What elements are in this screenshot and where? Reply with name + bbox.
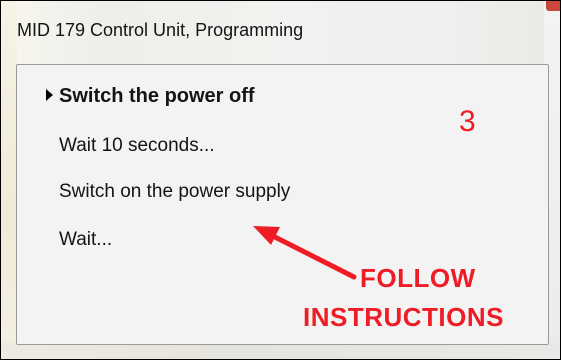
step-switch-power-off: Switch the power off (59, 85, 255, 107)
background-window-bottom (1, 343, 560, 359)
triangle-right-icon (46, 89, 53, 101)
background-window-left (1, 1, 17, 359)
step-switch-on-power: Switch on the power supply (59, 181, 291, 202)
step-wait: Wait... (59, 229, 113, 250)
annotation-step-number: 3 (459, 105, 476, 138)
step-wait-10-seconds: Wait 10 seconds... (59, 135, 215, 156)
annotation-instructions-text: INSTRUCTIONS (303, 302, 504, 332)
screenshot-frame: MID 179 Control Unit, Programming Switch… (0, 0, 561, 360)
annotation-follow-text: FOLLOW (360, 263, 476, 293)
background-close-button[interactable] (546, 1, 560, 11)
window-title: MID 179 Control Unit, Programming (17, 20, 304, 40)
